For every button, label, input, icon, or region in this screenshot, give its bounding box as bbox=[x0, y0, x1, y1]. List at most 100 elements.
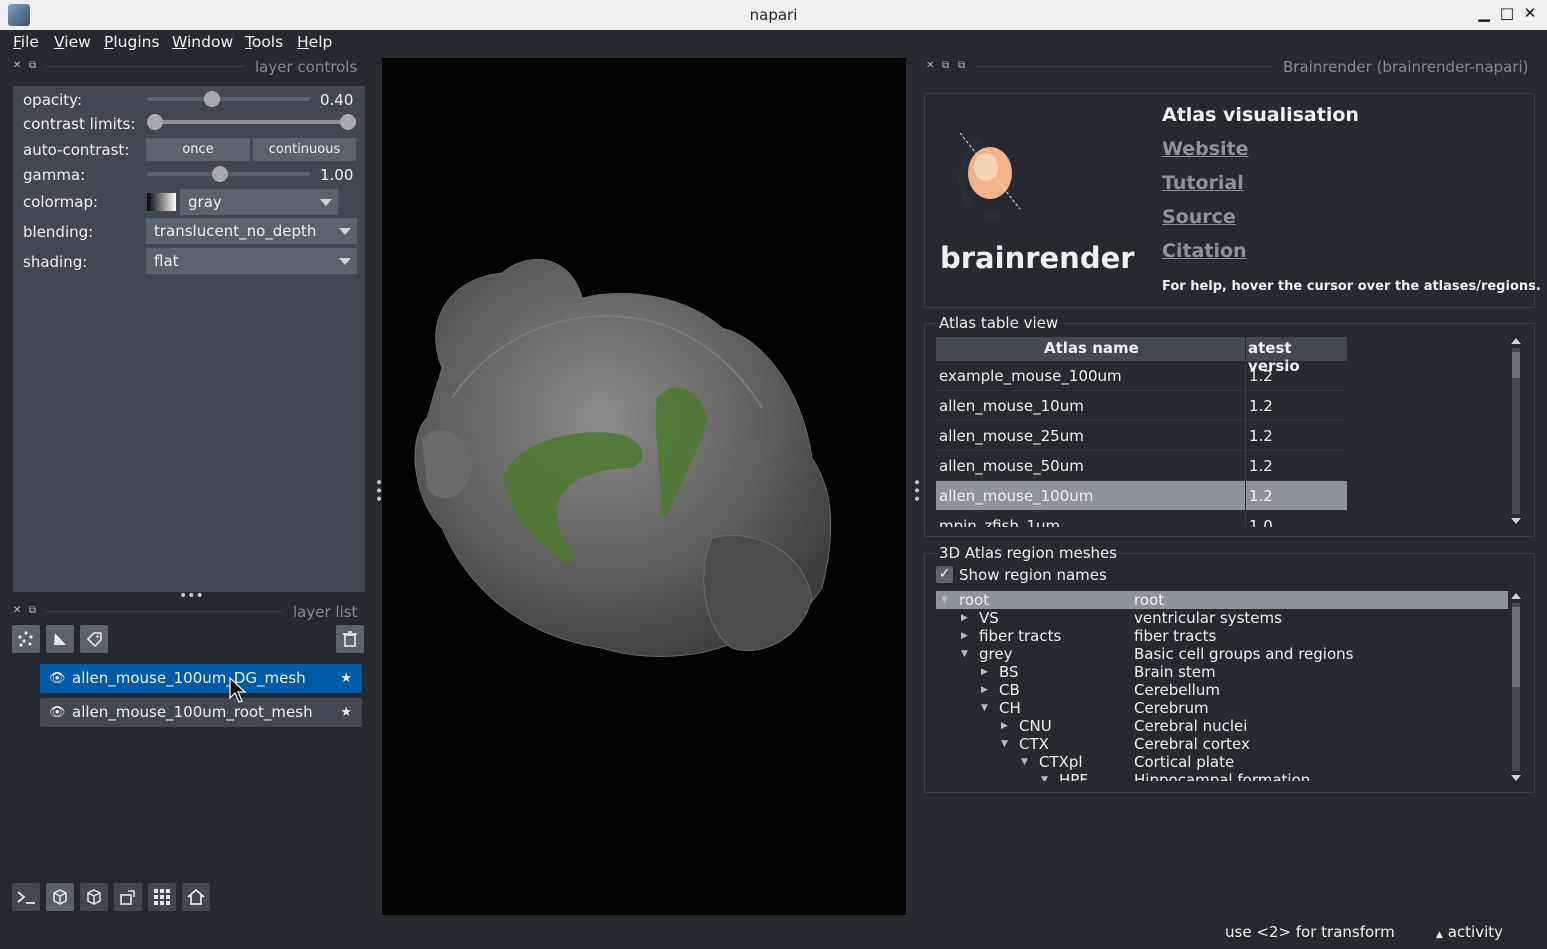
tree-row[interactable]: ▼ grey Basic cell groups and regions bbox=[936, 645, 1508, 663]
tree-row[interactable]: ▶ fiber tracts fiber tracts bbox=[936, 627, 1508, 645]
blending-combo[interactable]: translucent_no_depth bbox=[146, 218, 357, 244]
expanded-arrow-icon[interactable]: ▼ bbox=[961, 645, 968, 663]
colormap-combo[interactable]: gray bbox=[180, 189, 338, 215]
dock-float-icon[interactable]: ⧉ bbox=[29, 605, 36, 616]
dock-close-icon[interactable]: ✕ bbox=[13, 60, 21, 71]
region-acronym: HPF bbox=[1059, 771, 1088, 781]
website-link[interactable]: Website bbox=[1162, 138, 1249, 160]
menu-plugins[interactable]: Plugins bbox=[104, 33, 160, 51]
tree-row[interactable]: ▼ CH Cerebrum bbox=[936, 699, 1508, 717]
delete-layer-button[interactable] bbox=[336, 625, 364, 653]
gamma-label: gamma: bbox=[23, 166, 86, 184]
close-button[interactable]: ✕ bbox=[1520, 4, 1540, 24]
expanded-arrow-icon[interactable]: ▼ bbox=[941, 591, 948, 609]
tree-row[interactable]: ▼ CTX Cerebral cortex bbox=[936, 735, 1508, 753]
dock-pin-icon[interactable]: ⧉ bbox=[958, 60, 965, 71]
expanded-arrow-icon[interactable]: ▼ bbox=[1001, 735, 1008, 753]
scroll-thumb[interactable] bbox=[1512, 607, 1520, 687]
opacity-slider-track[interactable] bbox=[147, 97, 310, 101]
region-tree[interactable]: ▼ root root ▶ VS ventricular systems ▶ fiber … bbox=[936, 591, 1508, 781]
visibility-eye-icon[interactable]: 👁 bbox=[49, 664, 66, 693]
layer-name[interactable]: allen_mouse_100um_DG_mesh bbox=[72, 664, 306, 693]
show-region-names-checkbox[interactable]: ✓ bbox=[936, 566, 953, 583]
contrast-max-handle[interactable] bbox=[340, 114, 356, 130]
scroll-up-arrow-icon[interactable] bbox=[1511, 593, 1521, 599]
console-button[interactable] bbox=[12, 883, 40, 911]
menu-window[interactable]: Window bbox=[172, 33, 233, 51]
expanded-arrow-icon[interactable]: ▼ bbox=[981, 699, 988, 717]
tree-row[interactable]: ▶ BS Brain stem bbox=[936, 663, 1508, 681]
collapsed-arrow-icon[interactable]: ▶ bbox=[1001, 717, 1008, 735]
roll-dims-button[interactable] bbox=[80, 883, 108, 911]
expanded-arrow-icon[interactable]: ▼ bbox=[1041, 771, 1048, 781]
tree-row[interactable]: ▼ HPF Hippocampal formation bbox=[936, 771, 1508, 781]
contrast-min-handle[interactable] bbox=[147, 114, 163, 130]
transpose-button[interactable] bbox=[114, 883, 142, 911]
gamma-slider-track[interactable] bbox=[147, 172, 310, 176]
tree-row[interactable]: ▶ CB Cerebellum bbox=[936, 681, 1508, 699]
tree-row[interactable]: ▶ CNU Cerebral nuclei bbox=[936, 717, 1508, 735]
shading-combo[interactable]: flat bbox=[146, 248, 357, 274]
collapsed-arrow-icon[interactable]: ▶ bbox=[961, 609, 968, 627]
show-region-names-label[interactable]: Show region names bbox=[959, 566, 1107, 584]
tutorial-link[interactable]: Tutorial bbox=[1162, 172, 1244, 194]
opacity-slider-handle[interactable] bbox=[204, 91, 221, 107]
collapsed-arrow-icon[interactable]: ▶ bbox=[981, 663, 988, 681]
citation-link[interactable]: Citation bbox=[1162, 240, 1247, 262]
viewer-canvas[interactable] bbox=[382, 58, 906, 915]
atlas-table[interactable]: Atlas name atest versio example_mouse_10… bbox=[936, 337, 1347, 527]
source-link[interactable]: Source bbox=[1162, 206, 1236, 228]
atlas-visualisation-heading: Atlas visualisation bbox=[1162, 104, 1359, 126]
dock-close-icon[interactable]: ✕ bbox=[13, 605, 21, 616]
gamma-slider-handle[interactable] bbox=[212, 166, 228, 182]
splitter-handle[interactable]: ••• bbox=[179, 588, 204, 604]
new-shapes-layer-button[interactable] bbox=[46, 625, 74, 653]
atlas-name-cell: allen_mouse_25um bbox=[939, 427, 1084, 445]
home-button[interactable] bbox=[182, 883, 210, 911]
dock-float-icon[interactable]: ⧉ bbox=[29, 60, 36, 71]
grid-button[interactable] bbox=[148, 883, 176, 911]
new-labels-layer-button[interactable] bbox=[80, 625, 108, 653]
mouse-cursor-icon bbox=[229, 676, 247, 703]
scroll-up-arrow-icon[interactable] bbox=[1511, 338, 1521, 344]
expanded-arrow-icon[interactable]: ▼ bbox=[1021, 753, 1028, 771]
atlas-table-scrollbar[interactable] bbox=[1509, 336, 1523, 526]
collapsed-arrow-icon[interactable]: ▶ bbox=[981, 681, 988, 699]
auto-contrast-once-button[interactable]: once bbox=[146, 138, 250, 161]
maximize-button[interactable]: □ bbox=[1497, 4, 1517, 24]
visibility-eye-icon[interactable]: 👁 bbox=[49, 698, 66, 727]
splitter-handle[interactable]: ••• bbox=[908, 478, 924, 503]
ndisplay-3d-button[interactable] bbox=[46, 883, 74, 911]
table-row[interactable]: allen_mouse_10um 1.2 bbox=[936, 391, 1347, 421]
minimize-button[interactable]: ▁ bbox=[1474, 4, 1494, 24]
scroll-thumb[interactable] bbox=[1512, 352, 1520, 378]
auto-contrast-continuous-button[interactable]: continuous bbox=[253, 138, 356, 161]
collapsed-arrow-icon[interactable]: ▶ bbox=[961, 627, 968, 645]
menu-file[interactable]: File bbox=[13, 33, 39, 51]
table-row[interactable]: allen_mouse_25um 1.2 bbox=[936, 421, 1347, 451]
layer-item[interactable]: 👁 allen_mouse_100um_DG_mesh ★ bbox=[40, 664, 362, 693]
scroll-down-arrow-icon[interactable] bbox=[1511, 518, 1521, 524]
tree-row[interactable]: ▶ VS ventricular systems bbox=[936, 609, 1508, 627]
scroll-down-arrow-icon[interactable] bbox=[1511, 775, 1521, 781]
opacity-value[interactable]: 0.40 bbox=[320, 91, 353, 109]
tree-row-selected[interactable]: ▼ root root bbox=[936, 591, 1508, 609]
layer-name[interactable]: allen_mouse_100um_root_mesh bbox=[72, 698, 313, 727]
region-tree-scrollbar[interactable] bbox=[1509, 591, 1523, 783]
gamma-value[interactable]: 1.00 bbox=[320, 166, 353, 184]
table-row[interactable]: allen_mouse_50um 1.2 bbox=[936, 451, 1347, 481]
menu-view[interactable]: View bbox=[54, 33, 91, 51]
layer-item[interactable]: 👁 allen_mouse_100um_root_mesh ★ bbox=[40, 698, 362, 727]
new-points-layer-button[interactable] bbox=[12, 625, 40, 653]
atlas-name-column-header[interactable]: Atlas name bbox=[1044, 339, 1139, 357]
table-row[interactable]: example_mouse_100um 1.2 bbox=[936, 361, 1347, 391]
activity-button[interactable]: ▲ activity bbox=[1436, 923, 1503, 941]
table-row[interactable]: mpin_zfish_1um 1.0 bbox=[936, 511, 1347, 527]
menu-tools[interactable]: Tools bbox=[245, 33, 283, 51]
contrast-limits-slider-track[interactable] bbox=[154, 120, 349, 124]
table-row-selected[interactable]: allen_mouse_100um 1.2 bbox=[936, 481, 1347, 511]
dock-close-icon[interactable]: ✕ bbox=[926, 60, 934, 71]
menu-help[interactable]: Help bbox=[297, 33, 332, 51]
dock-float-icon[interactable]: ⧉ bbox=[942, 60, 949, 71]
tree-row[interactable]: ▼ CTXpl Cortical plate bbox=[936, 753, 1508, 771]
